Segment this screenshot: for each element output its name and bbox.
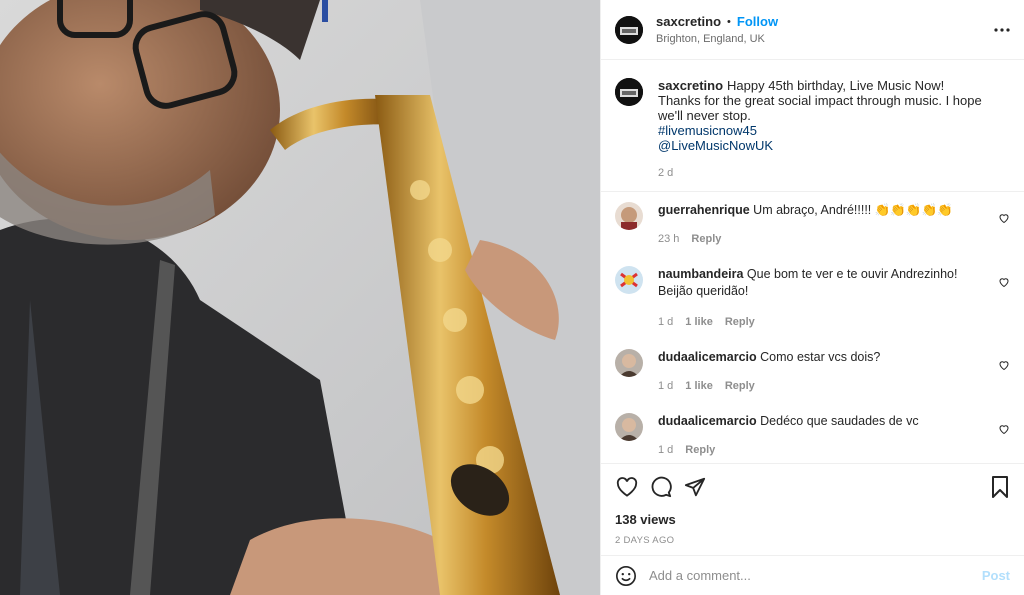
separator-dot: • — [727, 15, 731, 28]
comment-text: Dedéco que saudades de vc — [760, 414, 919, 428]
comment-text: Um abraço, André!!!!! 👏👏👏👏👏 — [753, 203, 953, 217]
avatar-image-icon — [615, 78, 643, 106]
comments-list[interactable]: saxcretino Happy 45th birthday, Live Musi… — [601, 60, 1024, 463]
post-photo[interactable] — [0, 0, 600, 595]
comment-text: Como estar vcs dois? — [760, 350, 881, 364]
comment-like-heart-icon[interactable] — [998, 359, 1010, 371]
commenter-username[interactable]: naumbandeira — [658, 267, 743, 281]
comment-like-heart-icon[interactable] — [998, 212, 1010, 224]
share-icon[interactable] — [683, 475, 707, 499]
comment-like-heart-icon[interactable] — [998, 423, 1010, 435]
follow-button[interactable]: Follow — [737, 14, 778, 29]
commenter-username[interactable]: dudaalicemarcio — [658, 414, 757, 428]
caption-time: 2 d — [658, 167, 674, 179]
commenter-username[interactable]: guerrahenrique — [658, 203, 750, 217]
commenter-avatar[interactable] — [615, 413, 643, 441]
comment-item: dudaalicemarcio Dedéco que saudades de v… — [615, 413, 1010, 459]
mention-link[interactable]: @LiveMusicNowUK — [658, 138, 1010, 153]
add-comment-bar: Post — [601, 555, 1024, 595]
caption-username[interactable]: saxcretino — [658, 78, 723, 93]
comment-icon[interactable] — [649, 475, 673, 499]
reply-button[interactable]: Reply — [685, 442, 715, 459]
post-location[interactable]: Brighton, England, UK — [656, 33, 778, 45]
avatar-image-icon — [615, 15, 643, 44]
reply-button[interactable]: Reply — [725, 378, 755, 395]
reply-button[interactable]: Reply — [725, 314, 755, 331]
commenter-username[interactable]: dudaalicemarcio — [658, 350, 757, 364]
commenter-avatar[interactable] — [615, 349, 643, 377]
comment-time: 1 d — [658, 316, 674, 328]
comment-time: 23 h — [658, 233, 680, 245]
commenter-avatar[interactable] — [615, 266, 643, 294]
bookmark-icon[interactable] — [988, 475, 1012, 499]
views-count[interactable]: 138 views — [615, 512, 1010, 527]
comment-item: guerrahenrique Um abraço, André!!!!! 👏👏👏… — [615, 202, 1010, 248]
emoji-icon[interactable] — [615, 565, 637, 587]
post-comment-button[interactable]: Post — [982, 568, 1010, 583]
avatar[interactable] — [615, 15, 643, 44]
post-author-username[interactable]: saxcretino — [656, 14, 721, 29]
posted-timestamp: 2 DAYS AGO — [615, 535, 675, 546]
post-actions-bar: 138 views 2 DAYS AGO — [601, 463, 1024, 555]
post-header: saxcretino • Follow Brighton, England, U… — [601, 0, 1024, 60]
comment-time: 1 d — [658, 444, 674, 456]
reply-button[interactable]: Reply — [691, 231, 721, 248]
heart-icon[interactable] — [615, 475, 639, 499]
hashtag-link[interactable]: #livemusicnow45 — [658, 123, 1010, 138]
comment-likes[interactable]: 1 like — [685, 314, 713, 331]
comment-time: 1 d — [658, 380, 674, 392]
post-caption: saxcretino Happy 45th birthday, Live Musi… — [615, 60, 1010, 181]
comment-likes[interactable]: 1 like — [685, 378, 713, 395]
caption-line1: Happy 45th birthday, Live Music Now! — [727, 78, 945, 93]
caption-line2: Thanks for the great social impact throu… — [658, 93, 982, 123]
more-options-icon[interactable] — [992, 20, 1012, 40]
photo-illustration — [0, 0, 600, 595]
caption-avatar[interactable] — [615, 78, 643, 106]
commenter-avatar[interactable] — [615, 202, 643, 230]
comment-input[interactable] — [649, 568, 982, 583]
post-details-panel: saxcretino • Follow Brighton, England, U… — [600, 0, 1024, 595]
comment-item: naumbandeira Que bom te ver e te ouvir A… — [615, 266, 1010, 331]
comment-item: dudaalicemarcio Como estar vcs dois? 1 d… — [615, 349, 1010, 395]
comment-like-heart-icon[interactable] — [998, 276, 1010, 288]
